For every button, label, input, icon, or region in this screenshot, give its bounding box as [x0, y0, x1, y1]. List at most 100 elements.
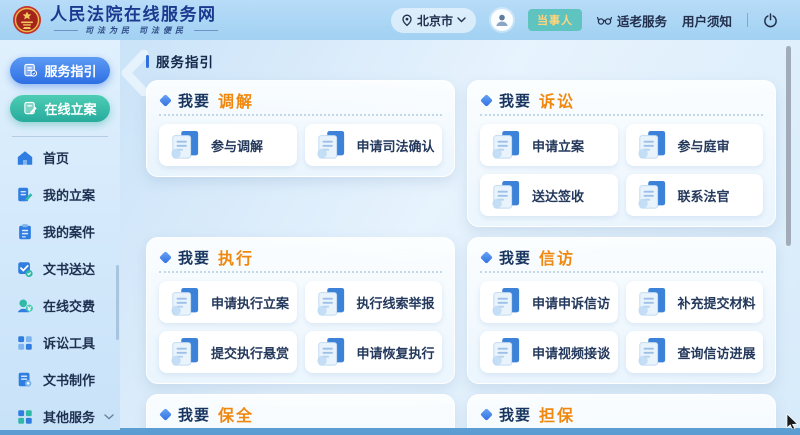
user-notice-label: 用户须知 — [682, 11, 732, 30]
sidebar-menu-item-label: 首页 — [43, 148, 69, 167]
document-stack-icon — [489, 287, 523, 317]
sidebar-menu-item-label: 其他服务 — [43, 407, 95, 426]
section-prefix: 我要 — [178, 247, 210, 268]
document-stack-icon — [168, 337, 202, 367]
section-name: 担保 — [539, 402, 575, 426]
page-title: 服务指引 — [156, 51, 214, 71]
service-item-label: 执行线索举报 — [357, 293, 435, 312]
section-prefix: 我要 — [499, 90, 531, 111]
sidebar-menu-item[interactable]: 我的案件 — [0, 213, 120, 250]
section-prefix: 我要 — [499, 247, 531, 268]
logout-power-icon[interactable] — [763, 13, 778, 28]
guide-doc-icon — [23, 63, 38, 78]
header-divider — [747, 13, 748, 27]
section-name: 调解 — [218, 88, 254, 112]
service-item-button[interactable]: 申请司法确认 — [305, 124, 443, 166]
document-stack-icon — [635, 287, 669, 317]
section-header: 我要 诉讼 — [480, 89, 763, 111]
chevron-down-icon — [104, 414, 114, 420]
service-item-button[interactable]: 联系法官 — [626, 174, 764, 216]
service-item-label: 申请立案 — [532, 136, 584, 155]
document-stack-icon — [314, 337, 348, 367]
tools-grid-icon — [16, 334, 34, 352]
sidebar-menu-item-label: 诉讼工具 — [43, 333, 95, 352]
apps-grid-icon — [16, 408, 34, 426]
file-pen-white-icon — [23, 101, 38, 116]
sidebar-divider — [12, 136, 108, 137]
sidebar-menu-item[interactable]: 首页 — [0, 139, 120, 176]
location-label: 北京市 — [417, 12, 453, 29]
section-dotted-divider — [159, 271, 442, 273]
section-name: 信访 — [539, 245, 575, 269]
location-selector[interactable]: 北京市 — [391, 8, 476, 33]
service-section-card: 我要 执行 申请执行立案 — [146, 237, 455, 384]
service-item-button[interactable]: 申请立案 — [480, 124, 618, 166]
sidebar-menu-item-label: 文书送达 — [43, 259, 95, 278]
sidebar-menu-item[interactable]: 在线交费 — [0, 287, 120, 324]
service-item-label: 参与庭审 — [678, 136, 730, 155]
service-item-button[interactable]: 补充提交材料 — [626, 281, 764, 323]
section-header: 我要 调解 — [159, 89, 442, 111]
service-item-label: 申请恢复执行 — [357, 343, 435, 362]
service-item-button[interactable]: 执行线索举报 — [305, 281, 443, 323]
sidebar-scrollbar[interactable] — [116, 265, 119, 340]
service-sections-grid: 我要 调解 参与调解 申 — [120, 71, 800, 428]
service-section-card: 我要 调解 参与调解 申 — [146, 80, 455, 177]
service-section-card: 我要 信访 申请申诉信访 — [467, 237, 776, 384]
service-item-button[interactable]: 申请恢复执行 — [305, 331, 443, 373]
main-content: 服务指引 我要 调解 参与调解 — [120, 40, 800, 428]
section-items: 申请申诉信访 补充提交材料 申请视频接谈 — [480, 281, 763, 373]
section-name: 保全 — [218, 402, 254, 426]
sidebar-menu-item[interactable]: 其他服务 — [0, 398, 120, 435]
diamond-bullet-icon — [159, 251, 172, 264]
service-item-label: 参与调解 — [211, 136, 263, 155]
payment-icon — [16, 297, 34, 315]
diamond-bullet-icon — [159, 408, 172, 421]
chevron-down-icon — [457, 17, 466, 23]
doc-check-icon — [16, 260, 34, 278]
doc-gear-icon — [16, 371, 34, 389]
service-item-label: 联系法官 — [678, 186, 730, 205]
sidebar-button-service-guide[interactable]: 服务指引 — [10, 57, 110, 84]
elder-service-label: 适老服务 — [617, 11, 667, 30]
service-item-button[interactable]: 查询信访进展 — [626, 331, 764, 373]
service-item-button[interactable]: 送达签收 — [480, 174, 618, 216]
home-icon — [16, 149, 34, 167]
diamond-bullet-icon — [159, 94, 172, 107]
service-item-label: 申请申诉信访 — [532, 293, 610, 312]
user-avatar[interactable] — [491, 9, 513, 31]
app-subtitle-row: 司法为民 司法便民 — [50, 25, 218, 36]
service-item-label: 补充提交材料 — [678, 293, 756, 312]
service-item-button[interactable]: 申请执行立案 — [159, 281, 297, 323]
sidebar-menu-item[interactable]: 文书制作 — [0, 361, 120, 398]
sidebar: 服务指引 在线立案 首页 我的立案 我的案件 文书送达 在线交费 诉讼工具 文书… — [0, 40, 120, 430]
section-header: 我要 担保 — [480, 403, 763, 425]
service-item-button[interactable]: 申请申诉信访 — [480, 281, 618, 323]
user-notice-link[interactable]: 用户须知 — [682, 11, 732, 30]
sidebar-menu-item[interactable]: 我的立案 — [0, 176, 120, 213]
app-title-block: 人民法院在线服务网 司法为民 司法便民 — [50, 5, 218, 36]
sidebar-menu-item-label: 我的立案 — [43, 185, 95, 204]
page-title-row: 服务指引 — [120, 40, 800, 71]
sidebar-menu-item-label: 在线交费 — [43, 296, 95, 315]
service-item-label: 送达签收 — [532, 186, 584, 205]
service-item-button[interactable]: 提交执行悬赏 — [159, 331, 297, 373]
document-stack-icon — [635, 130, 669, 160]
service-item-label: 申请执行立案 — [211, 293, 289, 312]
sidebar-button-online-filing[interactable]: 在线立案 — [10, 95, 110, 122]
subtitle-dash-left — [54, 30, 78, 31]
sidebar-menu: 首页 我的立案 我的案件 文书送达 在线交费 诉讼工具 文书制作 其他服务 — [0, 139, 120, 435]
section-name: 诉讼 — [539, 88, 575, 112]
section-items: 参与调解 申请司法确认 — [159, 124, 442, 166]
role-badge[interactable]: 当事人 — [528, 9, 582, 31]
service-item-button[interactable]: 申请视频接谈 — [480, 331, 618, 373]
main-scrollbar[interactable] — [786, 46, 791, 246]
sidebar-menu-item[interactable]: 文书送达 — [0, 250, 120, 287]
section-prefix: 我要 — [178, 90, 210, 111]
file-pen-icon — [16, 186, 34, 204]
service-item-button[interactable]: 参与庭审 — [626, 124, 764, 166]
service-item-button[interactable]: 参与调解 — [159, 124, 297, 166]
document-stack-icon — [168, 130, 202, 160]
elder-service-link[interactable]: 适老服务 — [597, 11, 667, 30]
sidebar-menu-item[interactable]: 诉讼工具 — [0, 324, 120, 361]
